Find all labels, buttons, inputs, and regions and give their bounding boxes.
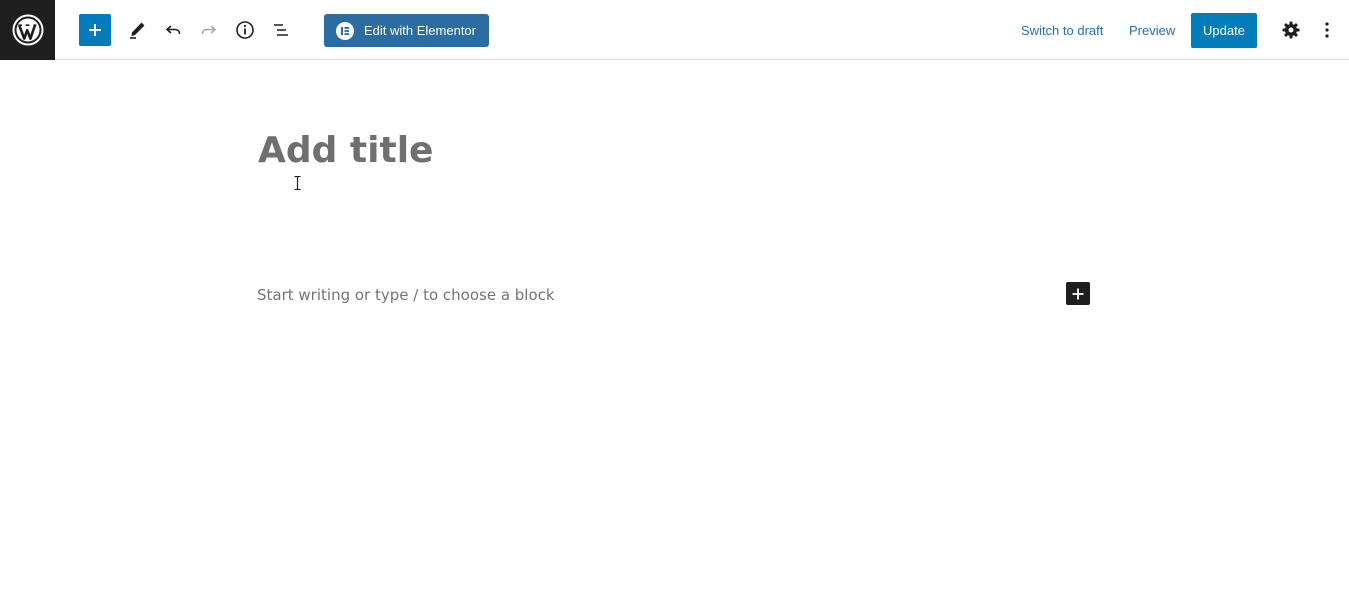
gear-icon <box>1282 21 1300 39</box>
text-cursor-icon <box>294 176 301 190</box>
elementor-icon <box>336 21 354 40</box>
details-button[interactable] <box>231 16 259 44</box>
post-title-input[interactable]: Add title <box>258 130 433 171</box>
vertical-ellipsis-icon <box>1325 22 1329 38</box>
block-inserter-button[interactable] <box>1066 282 1090 305</box>
add-block-button[interactable] <box>79 14 111 46</box>
undo-icon <box>165 25 181 35</box>
update-button[interactable]: Update <box>1191 13 1257 48</box>
tools-button[interactable] <box>123 16 151 44</box>
switch-to-draft-button[interactable]: Switch to draft <box>1021 23 1103 38</box>
edit-with-elementor-label: Edit with Elementor <box>364 23 476 38</box>
plus-icon <box>89 24 101 36</box>
undo-button[interactable] <box>159 16 187 44</box>
redo-button[interactable] <box>195 16 223 44</box>
redo-icon <box>201 25 217 35</box>
edit-with-elementor-button[interactable]: Edit with Elementor <box>324 14 489 47</box>
editor-toolbar: Edit with Elementor Switch to draft Prev… <box>0 0 1349 60</box>
info-icon <box>236 21 254 39</box>
preview-button[interactable]: Preview <box>1129 23 1175 38</box>
settings-button[interactable] <box>1277 16 1305 44</box>
list-view-icon <box>274 24 288 36</box>
plus-icon <box>1072 288 1084 299</box>
wordpress-logo-icon <box>12 14 43 46</box>
wordpress-logo-button[interactable] <box>0 0 55 60</box>
pencil-icon <box>130 22 145 39</box>
more-options-button[interactable] <box>1313 16 1341 44</box>
empty-paragraph-block[interactable]: Start writing or type / to choose a bloc… <box>257 286 555 304</box>
list-view-button[interactable] <box>267 16 295 44</box>
